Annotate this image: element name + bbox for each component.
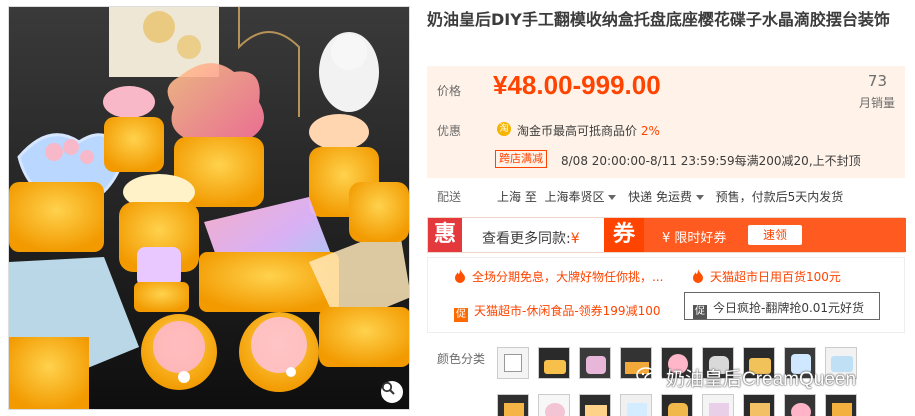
promo-installment[interactable]: 全场分期免息，大牌好物任你挑，...	[454, 268, 663, 285]
shipping-row: 配送 上海 至 上海奉贤区 快递 免运费 预售，付款后5天内发货	[427, 186, 905, 208]
promo-supermarket-daily-text: 天猫超市日用百货100元	[710, 270, 841, 284]
sales-label: 月销量	[858, 96, 895, 110]
view-more-text: 查看更多同款:	[482, 231, 571, 247]
color-option-thumb[interactable]	[579, 394, 611, 416]
fire-icon	[693, 269, 703, 283]
ship-method-value: 快递 免运费	[628, 190, 692, 204]
color-option-thumb[interactable]	[702, 394, 734, 416]
shipping-label: 配送	[437, 190, 462, 204]
presale-note: 预售，付款后5天内发货	[715, 190, 844, 204]
color-option-thumb[interactable]	[497, 347, 529, 379]
coin-offer-percent: 2%	[640, 124, 660, 138]
watermark-text: 奶油皇后CreamQueen	[666, 368, 857, 390]
promo-snacks-coupon-text: 天猫超市-休闲食品-领券199减100	[474, 304, 661, 318]
color-options-label: 颜色分类	[437, 352, 486, 366]
view-more-yen: ¥	[570, 231, 580, 247]
gold-coin-icon: 淘	[497, 122, 511, 136]
limited-coupon-panel: ¥ 限时好券 速领	[644, 218, 906, 252]
hui-badge: 惠	[428, 218, 462, 252]
color-option-thumb[interactable]	[497, 394, 529, 416]
ship-from: 上海 至	[497, 190, 537, 204]
coin-offer[interactable]: 淘金币最高可抵商品价 2%	[517, 122, 660, 139]
ship-to-value: 上海奉贤区	[544, 190, 605, 204]
color-option-thumb[interactable]	[579, 347, 611, 379]
ship-to-select[interactable]: 上海奉贤区	[544, 190, 620, 204]
view-more-similar-link[interactable]: 查看更多同款:¥	[482, 228, 580, 248]
color-option-thumb[interactable]	[538, 347, 570, 379]
promo-flash-deal-text: 今日疯抢-翻牌抢0.01元好货	[713, 301, 865, 315]
search-zoom-icon	[381, 381, 395, 395]
color-option-thumb[interactable]	[784, 394, 816, 416]
coin-offer-text: 淘金币最高可抵商品价	[517, 124, 638, 138]
product-title: 奶油皇后DIY手工翻模收纳盒托盘底座樱花碟子水晶滴胶摆台装饰	[427, 10, 890, 29]
caret-down-icon	[608, 194, 617, 200]
offers-label: 优惠	[437, 124, 462, 138]
color-option-thumb[interactable]	[825, 394, 857, 416]
promo-snacks-coupon[interactable]: 促天猫超市-休闲食品-领券199减100	[454, 302, 660, 322]
claim-coupon-button[interactable]: 速领	[748, 225, 802, 245]
promo-supermarket-daily[interactable]: 天猫超市日用百货100元	[692, 268, 841, 285]
promotions-box: 全场分期免息，大牌好物任你挑，... 天猫超市日用百货100元 促天猫超市-休闲…	[427, 257, 905, 333]
watermark: 奶油皇后CreamQueen	[636, 364, 856, 390]
price-value: ¥48.00-999.00	[493, 70, 661, 100]
ship-method-select[interactable]: 快递 免运费	[628, 190, 708, 204]
promo-badge: 促	[454, 308, 468, 322]
promo-flash-deal[interactable]: 促今日疯抢-翻牌抢0.01元好货	[684, 292, 880, 320]
sales-count: 73	[867, 72, 887, 90]
color-option-thumb[interactable]	[743, 394, 775, 416]
cross-store-discount-tag[interactable]: 跨店满减	[495, 150, 547, 168]
color-option-thumb[interactable]	[661, 394, 693, 416]
fire-icon	[455, 269, 465, 283]
wechat-icon	[636, 367, 662, 386]
coupon-strip: 惠 查看更多同款:¥ 券 ¥ 限时好券 速领	[427, 217, 906, 253]
cross-store-discount-text: 8/08 20:00:00-8/11 23:59:59每满200减20,上不封顶	[561, 154, 861, 168]
color-option-thumb[interactable]	[620, 394, 652, 416]
promo-badge: 促	[693, 305, 707, 319]
product-main-image[interactable]	[8, 6, 410, 410]
quan-badge: 券	[604, 218, 644, 252]
shipping-details: 上海 至 上海奉贤区 快递 免运费 预售，付款后5天内发货	[497, 188, 843, 205]
limited-coupon-label: ¥ 限时好券	[662, 231, 727, 246]
price-panel: 价格 ¥48.00-999.00 73 月销量 优惠 淘 淘金币最高可抵商品价 …	[427, 66, 905, 178]
promo-installment-text: 全场分期免息，大牌好物任你挑，...	[472, 270, 664, 284]
color-option-thumb[interactable]	[538, 394, 570, 416]
zoom-button[interactable]	[381, 381, 403, 403]
caret-down-icon	[695, 194, 704, 200]
product-photo-illustration	[9, 7, 409, 409]
price-label: 价格	[437, 84, 462, 98]
